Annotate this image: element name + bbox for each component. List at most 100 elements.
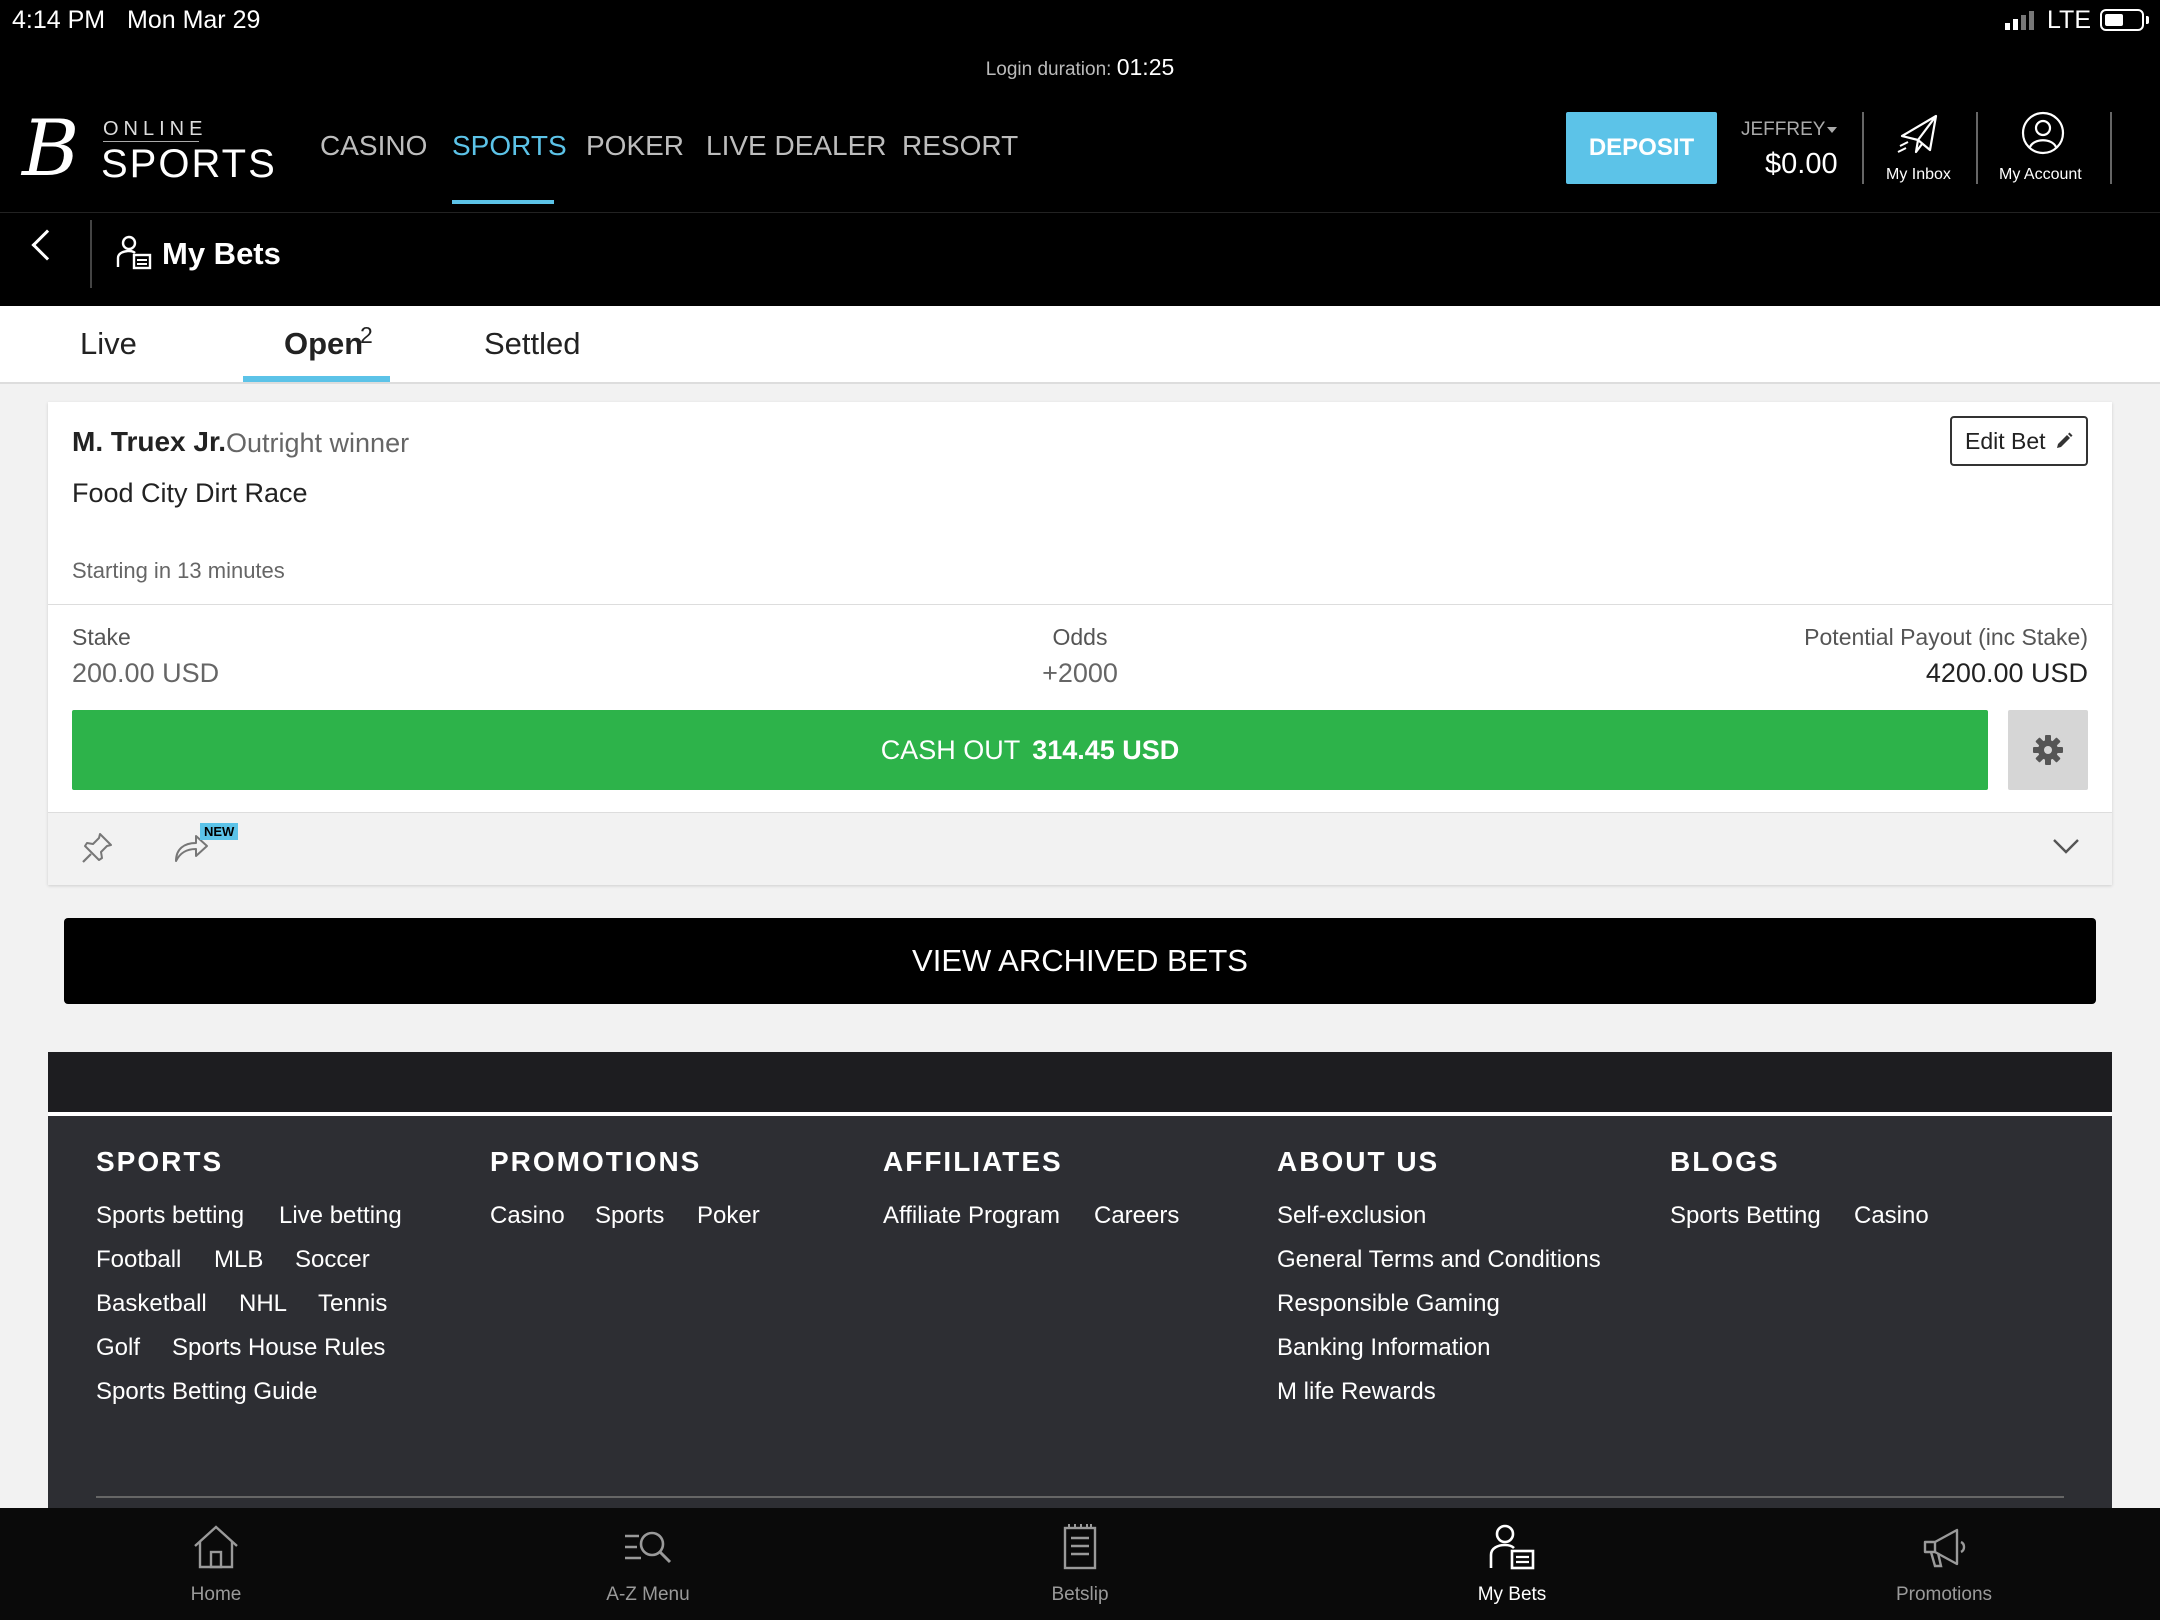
- logo[interactable]: B ONLINE SPORTS: [0, 104, 275, 188]
- bet-card-footer: NEW: [48, 812, 2112, 885]
- cash-out-button[interactable]: CASH OUT 314.45 USD: [72, 710, 1988, 790]
- tab-betslip-label: Betslip: [1051, 1584, 1109, 1605]
- footer-link[interactable]: Basketball: [96, 1290, 207, 1318]
- footer-affiliates-title: AFFILIATES: [883, 1146, 1063, 1177]
- tab-settled[interactable]: Settled: [484, 326, 581, 362]
- tab-betslip[interactable]: Betslip: [864, 1508, 1296, 1620]
- home-icon: [194, 1525, 238, 1569]
- tab-home[interactable]: Home: [0, 1508, 432, 1620]
- footer-link[interactable]: Casino: [1854, 1202, 1929, 1230]
- inbox-label: My Inbox: [1886, 166, 1951, 183]
- payout-label: Potential Payout (inc Stake): [1804, 624, 2088, 650]
- footer-link[interactable]: Sports Betting: [1670, 1202, 1821, 1230]
- site-footer: SPORTS Sports betting Live betting Footb…: [48, 1052, 2112, 1512]
- inbox-icon: [1897, 114, 1938, 154]
- footer-link[interactable]: Affiliate Program: [883, 1202, 1060, 1230]
- divider: [48, 604, 2112, 605]
- footer-link[interactable]: M life Rewards: [1277, 1378, 1436, 1406]
- tab-az-menu[interactable]: A-Z Menu: [432, 1508, 864, 1620]
- footer-link[interactable]: Sports betting: [96, 1202, 244, 1230]
- pencil-icon: [2056, 432, 2073, 448]
- footer-promotions-title: PROMOTIONS: [490, 1146, 702, 1177]
- account-icon: [2021, 111, 2065, 155]
- cash-out-amount: 314.45 USD: [1032, 734, 1180, 765]
- footer-link[interactable]: Tennis: [318, 1290, 387, 1318]
- login-duration-label: Login duration:: [985, 59, 1112, 80]
- tab-live[interactable]: Live: [80, 326, 137, 362]
- bet-card: M. Truex Jr. Outright winner Food City D…: [48, 402, 2112, 885]
- account-label: My Account: [1999, 166, 2082, 183]
- inbox-button[interactable]: My Inbox: [1876, 104, 1966, 194]
- divider: [96, 1496, 2064, 1498]
- footer-link[interactable]: Football: [96, 1246, 181, 1274]
- back-arrow-icon[interactable]: [31, 229, 63, 261]
- footer-link[interactable]: Golf: [96, 1334, 140, 1362]
- odds-value: +2000: [1042, 658, 1118, 688]
- bet-start-time: Starting in 13 minutes: [72, 558, 285, 583]
- gear-icon: [2033, 735, 2063, 765]
- page-title: My Bets: [162, 236, 281, 271]
- status-date: Mon Mar 29: [127, 6, 261, 34]
- footer-link[interactable]: Careers: [1094, 1202, 1179, 1230]
- bet-selection: M. Truex Jr.: [72, 426, 227, 457]
- battery-tip: [2146, 16, 2149, 24]
- deposit-button[interactable]: DEPOSIT: [1566, 112, 1717, 184]
- megaphone-icon: [1923, 1528, 1966, 1568]
- bet-event: Food City Dirt Race: [72, 478, 308, 508]
- battery-icon: [2100, 9, 2144, 31]
- nav-resort[interactable]: RESORT: [902, 130, 1018, 162]
- edit-bet-button[interactable]: Edit Bet: [1950, 416, 2088, 466]
- divider: [90, 220, 92, 288]
- footer-link[interactable]: Poker: [697, 1202, 760, 1230]
- view-archived-bets-button[interactable]: VIEW ARCHIVED BETS: [64, 918, 2096, 1004]
- bets-tabs: Live Open 2 Settled: [0, 306, 2160, 384]
- tab-promotions[interactable]: Promotions: [1728, 1508, 2160, 1620]
- tab-my-bets-label: My Bets: [1477, 1584, 1547, 1605]
- footer-link[interactable]: Banking Information: [1277, 1334, 1490, 1362]
- footer-link[interactable]: Sports: [595, 1202, 664, 1230]
- footer-link[interactable]: Sports Betting Guide: [96, 1378, 317, 1406]
- footer-link[interactable]: Soccer: [295, 1246, 370, 1274]
- bet-market: Outright winner: [226, 428, 410, 458]
- header: Login duration: 01:25 B ONLINE SPORTS CA…: [0, 44, 2160, 306]
- bottom-tab-bar: Home A-Z Menu Betslip My Bets Promotions: [0, 1508, 2160, 1620]
- network-label: LTE: [2047, 6, 2091, 34]
- footer-link[interactable]: Sports House Rules: [172, 1334, 385, 1362]
- footer-sports-title: SPORTS: [96, 1146, 224, 1177]
- nav-casino[interactable]: CASINO: [320, 130, 427, 162]
- nav-poker[interactable]: POKER: [586, 130, 684, 162]
- account-button[interactable]: My Account: [1990, 104, 2100, 194]
- signal-icon: [2005, 10, 2034, 30]
- tab-my-bets[interactable]: My Bets: [1296, 1508, 1728, 1620]
- footer-link[interactable]: Responsible Gaming: [1277, 1290, 1500, 1318]
- footer-link[interactable]: General Terms and Conditions: [1277, 1246, 1601, 1274]
- chevron-down-icon: [1827, 127, 1837, 133]
- betslip-icon: [1063, 1524, 1097, 1570]
- tab-promotions-label: Promotions: [1895, 1584, 1993, 1605]
- divider: [1862, 112, 1864, 184]
- username: JEFFREY: [1741, 119, 1826, 140]
- nav-sports[interactable]: SPORTS: [452, 130, 567, 162]
- cash-out-label: CASH OUT: [880, 734, 1021, 765]
- footer-link[interactable]: Self-exclusion: [1277, 1202, 1426, 1230]
- tab-open[interactable]: Open: [284, 326, 363, 362]
- my-bets-icon: [1489, 1524, 1535, 1570]
- status-time: 4:14 PM: [12, 6, 106, 34]
- cash-out-settings-button[interactable]: [2008, 710, 2088, 790]
- tab-active-underline: [243, 376, 390, 382]
- nav-live-dealer[interactable]: LIVE DEALER: [706, 130, 887, 162]
- user-balance[interactable]: JEFFREY $0.00: [1740, 112, 1838, 184]
- footer-link[interactable]: MLB: [214, 1246, 263, 1274]
- footer-link[interactable]: NHL: [239, 1290, 287, 1318]
- nav-active-underline: [452, 200, 554, 204]
- new-badge: NEW: [200, 823, 239, 840]
- chevron-down-icon[interactable]: [2052, 837, 2080, 855]
- footer-link[interactable]: Live betting: [279, 1202, 402, 1230]
- logo-b-icon: B: [22, 104, 80, 194]
- divider: [1976, 112, 1978, 184]
- footer-link[interactable]: Casino: [490, 1202, 565, 1230]
- pin-icon[interactable]: [80, 831, 114, 865]
- search-menu-icon: [625, 1531, 672, 1564]
- edit-bet-label: Edit Bet: [1965, 427, 2046, 454]
- logo-sports: SPORTS: [101, 142, 277, 186]
